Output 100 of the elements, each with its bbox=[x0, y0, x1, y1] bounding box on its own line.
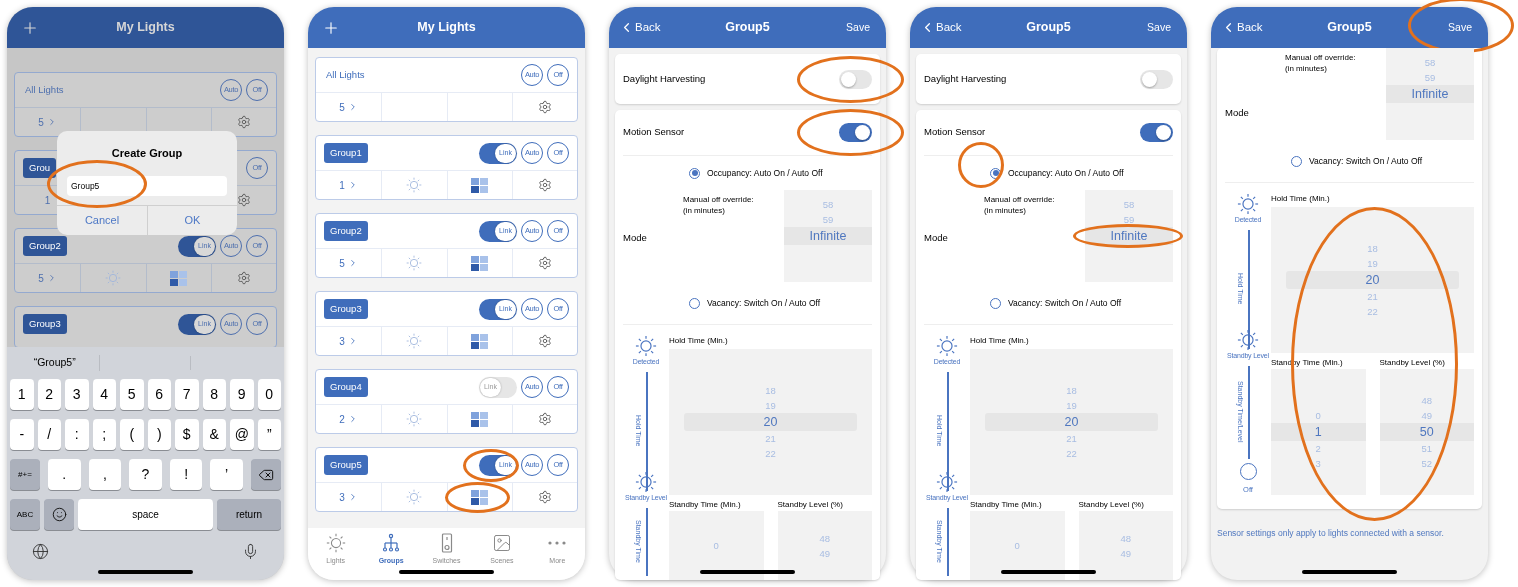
group-name-tag[interactable]: Group2 bbox=[324, 220, 368, 242]
keyboard-key[interactable]: 1 bbox=[10, 379, 34, 410]
grid-icon[interactable] bbox=[471, 411, 489, 427]
keyboard-key[interactable]: 0 bbox=[257, 379, 281, 410]
keyboard-key[interactable]: - bbox=[10, 419, 34, 450]
picker-selection[interactable]: 20 bbox=[684, 413, 857, 431]
save-button[interactable]: Save bbox=[1448, 19, 1472, 36]
keyboard-key[interactable]: 9 bbox=[230, 379, 254, 410]
light-count[interactable]: 1 bbox=[44, 192, 51, 208]
keyboard-key[interactable]: ’ bbox=[210, 459, 243, 490]
backspace-key[interactable] bbox=[250, 459, 281, 490]
microphone-icon[interactable] bbox=[242, 542, 259, 560]
toggle-switch[interactable] bbox=[1140, 69, 1173, 89]
light-count[interactable]: 1 bbox=[339, 177, 345, 193]
gear-icon[interactable] bbox=[537, 334, 552, 348]
toggle-switch[interactable] bbox=[839, 123, 872, 142]
globe-icon[interactable] bbox=[32, 542, 49, 560]
scroll-picker[interactable]: 18 19 20 21 22 bbox=[970, 349, 1173, 495]
picker-selection[interactable]: 20 bbox=[1286, 271, 1459, 289]
gear-icon[interactable] bbox=[236, 193, 251, 207]
gear-icon[interactable] bbox=[537, 256, 552, 270]
light-count[interactable]: 5 bbox=[38, 270, 44, 286]
gear-icon[interactable] bbox=[236, 271, 251, 285]
scroll-picker[interactable]: 58 59 Infinite bbox=[784, 190, 872, 282]
save-button[interactable]: Save bbox=[846, 19, 870, 36]
light-count[interactable]: 5 bbox=[38, 114, 44, 130]
group-name-tag[interactable]: Group4 bbox=[324, 376, 368, 398]
gear-icon[interactable] bbox=[537, 412, 552, 426]
keyboard-key[interactable]: $ bbox=[175, 419, 199, 450]
save-button[interactable]: Save bbox=[1147, 19, 1171, 36]
light-count[interactable]: 2 bbox=[339, 411, 345, 427]
picker-selection[interactable]: Infinite bbox=[1085, 227, 1173, 245]
screen-title: Group5 bbox=[1327, 19, 1372, 37]
keyboard-key[interactable]: ? bbox=[129, 459, 162, 490]
light-count[interactable]: 5 bbox=[339, 255, 345, 271]
picker-selection[interactable]: 50 bbox=[1379, 423, 1474, 441]
keyboard-key[interactable]: , bbox=[88, 459, 122, 490]
dialog-button[interactable]: OK bbox=[147, 205, 237, 235]
mode-label: Mode bbox=[1225, 105, 1250, 120]
keyboard-key[interactable]: ! bbox=[169, 459, 203, 490]
grid-icon[interactable] bbox=[471, 177, 489, 193]
gear-icon[interactable] bbox=[537, 490, 552, 504]
grid-icon[interactable] bbox=[471, 333, 489, 349]
keyboard-key[interactable]: 3 bbox=[65, 379, 89, 410]
keyboard-key[interactable]: 7 bbox=[175, 379, 199, 410]
toggle-switch[interactable] bbox=[1140, 123, 1173, 142]
picker-selection[interactable]: Infinite bbox=[1386, 85, 1474, 103]
keyboard-suggestion[interactable]: “Group5” bbox=[10, 355, 101, 371]
space-key[interactable]: space bbox=[78, 499, 213, 530]
group-name-tag[interactable]: Group5 bbox=[324, 454, 368, 476]
dialog-button[interactable]: Cancel bbox=[57, 205, 147, 235]
back-button[interactable]: Back bbox=[1221, 18, 1263, 37]
emoji-key[interactable] bbox=[44, 499, 74, 530]
keyboard-key[interactable]: @ bbox=[230, 419, 254, 450]
grid-icon[interactable] bbox=[471, 255, 489, 271]
toggle-switch[interactable] bbox=[839, 69, 872, 89]
sun-icon bbox=[635, 335, 657, 357]
light-count[interactable]: 3 bbox=[339, 489, 345, 505]
picker-selection[interactable]: 20 bbox=[985, 413, 1158, 431]
group-name-tag[interactable]: Group3 bbox=[23, 313, 67, 335]
group-name-input[interactable]: Group5 bbox=[67, 175, 227, 196]
scroll-picker[interactable]: 58 59 Infinite bbox=[1085, 190, 1173, 282]
gear-icon[interactable] bbox=[236, 115, 251, 129]
gear-icon[interactable] bbox=[537, 100, 552, 114]
grid-icon[interactable] bbox=[471, 489, 489, 505]
keyboard-key[interactable]: 5 bbox=[120, 379, 144, 410]
back-button[interactable]: Back bbox=[619, 18, 661, 37]
keyboard-key[interactable]: ” bbox=[257, 419, 281, 450]
picker-selection[interactable]: Infinite bbox=[784, 227, 872, 245]
group-name-tag[interactable]: Group3 bbox=[324, 298, 368, 320]
keyboard-key[interactable]: & bbox=[202, 419, 226, 450]
scroll-picker[interactable]: 58 59 Infinite bbox=[1386, 48, 1474, 140]
keyboard-key[interactable]: 2 bbox=[37, 379, 61, 410]
grid-icon[interactable] bbox=[170, 270, 188, 286]
keyboard-key[interactable]: 8 bbox=[202, 379, 226, 410]
group-name-tag[interactable]: Grou bbox=[23, 157, 57, 179]
gear-icon[interactable] bbox=[537, 178, 552, 192]
keyboard-key[interactable]: 4 bbox=[92, 379, 116, 410]
picker-selection[interactable]: 1 bbox=[1271, 423, 1366, 441]
keyboard-key[interactable]: ; bbox=[92, 419, 116, 450]
scroll-picker[interactable]: 18 19 20 21 22 bbox=[1271, 207, 1474, 353]
light-count[interactable]: 3 bbox=[339, 333, 345, 349]
keyboard-key[interactable]: ( bbox=[120, 419, 144, 450]
keyboard-key[interactable]: #+= bbox=[10, 459, 40, 490]
keyboard-key[interactable]: . bbox=[48, 459, 81, 490]
keyboard-key[interactable]: ) bbox=[147, 419, 171, 450]
light-count[interactable]: 5 bbox=[339, 99, 345, 115]
keyboard-key[interactable]: ABC bbox=[10, 499, 40, 530]
group-name-tag[interactable]: Group1 bbox=[324, 142, 368, 164]
keyboard-key[interactable]: 6 bbox=[147, 379, 171, 410]
scroll-picker[interactable]: 18 19 20 21 22 bbox=[669, 349, 872, 495]
back-button[interactable]: Back bbox=[920, 18, 962, 37]
keyboard-key[interactable]: : bbox=[65, 419, 89, 450]
scroll-picker[interactable]: 48 49 50 51 52 bbox=[1379, 369, 1474, 495]
group-name-tag[interactable]: Group2 bbox=[23, 235, 67, 257]
keyboard-key[interactable]: / bbox=[37, 419, 61, 450]
scroll-picker[interactable]: 0 1 2 3 bbox=[1271, 369, 1366, 495]
picker-label: Hold Time (Min.) bbox=[1271, 193, 1331, 205]
keyboard-key[interactable]: return bbox=[217, 499, 281, 530]
emoji-icon bbox=[51, 507, 67, 522]
